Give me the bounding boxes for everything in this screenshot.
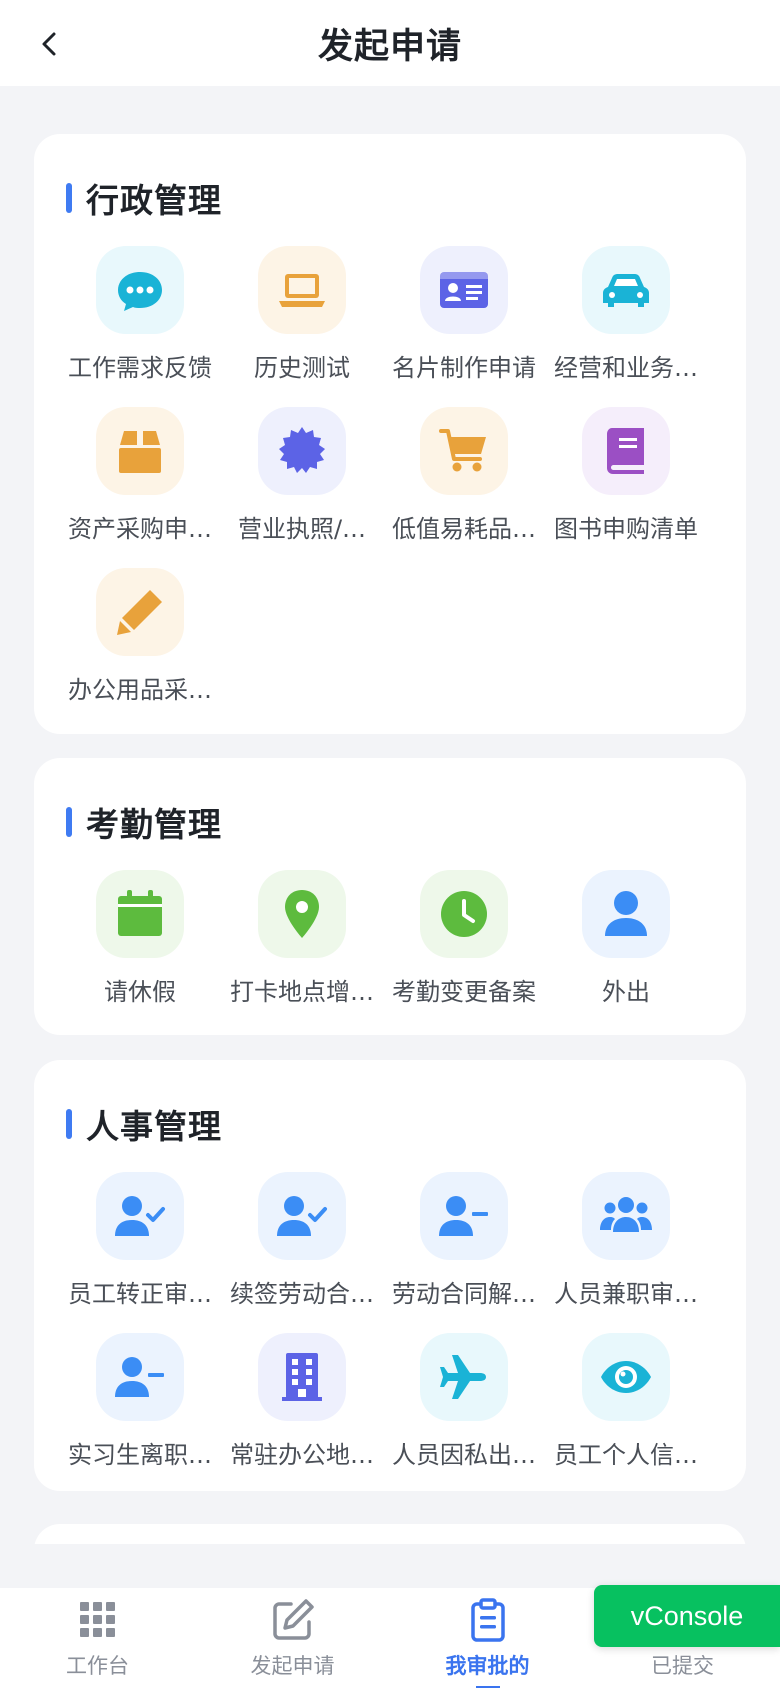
- app-item[interactable]: 工作需求反馈: [59, 246, 221, 396]
- certificate-icon: [258, 407, 346, 495]
- tab-my-approvals[interactable]: 我审批的: [390, 1588, 585, 1688]
- app-item-label: 营业执照/…: [237, 515, 367, 543]
- app-item[interactable]: 名片制作申请: [383, 246, 545, 396]
- app-item-label: 常驻办公地…: [230, 1441, 374, 1469]
- section-title-accent: [66, 807, 72, 837]
- app-item[interactable]: 员工转正审…: [59, 1172, 221, 1322]
- user-minus-icon: [96, 1333, 184, 1421]
- tab-label: 我审批的: [445, 1654, 530, 1678]
- app-item[interactable]: 续签劳动合…: [221, 1172, 383, 1322]
- app-item[interactable]: 打卡地点增…: [221, 870, 383, 1020]
- user-check-icon: [258, 1172, 346, 1260]
- clock-icon: [420, 870, 508, 958]
- app-item[interactable]: 考勤变更备案: [383, 870, 545, 1020]
- back-button[interactable]: [28, 22, 72, 66]
- app-item-label: 员工转正审…: [68, 1280, 212, 1308]
- app-item-label: 办公用品采…: [68, 676, 212, 704]
- app-item[interactable]: 请休假: [59, 870, 221, 1020]
- users-icon: [582, 1172, 670, 1260]
- section-card-hr: 人事管理 员工转正审… 续签劳动合… 劳动合同解… 人员兼职审… 实习生离职… …: [34, 1060, 746, 1491]
- app-item[interactable]: 办公用品采…: [59, 568, 221, 718]
- app-item[interactable]: 营业执照/…: [221, 407, 383, 557]
- app-item[interactable]: 外出: [545, 870, 707, 1020]
- app-item-label: 工作需求反馈: [68, 354, 212, 382]
- laptop-icon: [258, 246, 346, 334]
- app-item-label: 人员兼职审…: [554, 1280, 698, 1308]
- user-minus-icon: [420, 1172, 508, 1260]
- app-item[interactable]: 低值易耗品…: [383, 407, 545, 557]
- eye-icon: [582, 1333, 670, 1421]
- app-item-label: 低值易耗品…: [392, 515, 536, 543]
- id-card-icon: [420, 246, 508, 334]
- edit-icon: [272, 1599, 314, 1640]
- app-item-label: 打卡地点增…: [230, 978, 374, 1006]
- app-item[interactable]: 劳动合同解…: [383, 1172, 545, 1322]
- section-title: 人事管理: [66, 1102, 222, 1146]
- section-card-admin: 行政管理 工作需求反馈 历史测试 名片制作申请 经营和业务… 资产采购申… 营业…: [34, 134, 746, 734]
- section-title-accent: [66, 1109, 72, 1139]
- header-bar: 发起申请: [0, 0, 780, 86]
- app-item-label: 人员因私出…: [392, 1441, 536, 1469]
- tab-label: 发起申请: [250, 1654, 335, 1678]
- app-item-label: 请休假: [104, 978, 176, 1006]
- app-item-label: 经营和业务…: [554, 354, 698, 382]
- app-item[interactable]: 历史测试: [221, 246, 383, 396]
- cart-icon: [420, 407, 508, 495]
- section-title: 考勤管理: [66, 800, 222, 844]
- pencil-icon: [96, 568, 184, 656]
- app-item-label: 图书申购清单: [554, 515, 698, 543]
- app-item-label: 外出: [602, 978, 650, 1006]
- content-scroll-area[interactable]: 行政管理 工作需求反馈 历史测试 名片制作申请 经营和业务… 资产采购申… 营业…: [0, 86, 780, 1544]
- app-item[interactable]: 人员兼职审…: [545, 1172, 707, 1322]
- app-item-label: 历史测试: [254, 354, 350, 382]
- calendar-icon: [96, 870, 184, 958]
- app-item-label: 员工个人信…: [554, 1441, 698, 1469]
- tab-workbench[interactable]: 工作台: [0, 1588, 195, 1688]
- grid-icon: [79, 1602, 115, 1637]
- tab-initiate-application[interactable]: 发起申请: [195, 1588, 390, 1688]
- app-item[interactable]: 常驻办公地…: [221, 1333, 383, 1483]
- vconsole-button[interactable]: vConsole: [594, 1585, 780, 1647]
- app-item-label: 实习生离职…: [68, 1441, 212, 1469]
- app-item-label: 劳动合同解…: [392, 1280, 536, 1308]
- app-item-label: 名片制作申请: [392, 354, 536, 382]
- clipboard-icon: [470, 1598, 505, 1642]
- section-card-attendance: 考勤管理 请休假 打卡地点增… 考勤变更备案 外出: [34, 758, 746, 1035]
- app-item[interactable]: 员工个人信…: [545, 1333, 707, 1483]
- app-item[interactable]: 经营和业务…: [545, 246, 707, 396]
- chevron-left-icon: [42, 32, 56, 56]
- book-icon: [582, 407, 670, 495]
- tab-label: 工作台: [66, 1654, 129, 1678]
- app-item[interactable]: 资产采购申…: [59, 407, 221, 557]
- section-title: 行政管理: [66, 176, 222, 220]
- user-icon: [582, 870, 670, 958]
- chat-bubble-icon: [96, 246, 184, 334]
- app-item-label: 续签劳动合…: [230, 1280, 374, 1308]
- app-item-label: 资产采购申…: [68, 515, 212, 543]
- car-icon: [582, 246, 670, 334]
- building-icon: [258, 1333, 346, 1421]
- tab-label: 已提交: [651, 1654, 714, 1678]
- app-item[interactable]: 实习生离职…: [59, 1333, 221, 1483]
- airplane-icon: [420, 1333, 508, 1421]
- user-check-icon: [96, 1172, 184, 1260]
- app-item[interactable]: 图书申购清单: [545, 407, 707, 557]
- location-pin-icon: [258, 870, 346, 958]
- app-item-label: 考勤变更备案: [392, 978, 536, 1006]
- section-card-next: [34, 1524, 746, 1544]
- section-title-accent: [66, 183, 72, 213]
- box-icon: [96, 407, 184, 495]
- page-title: 发起申请: [317, 26, 462, 67]
- app-item[interactable]: 人员因私出…: [383, 1333, 545, 1483]
